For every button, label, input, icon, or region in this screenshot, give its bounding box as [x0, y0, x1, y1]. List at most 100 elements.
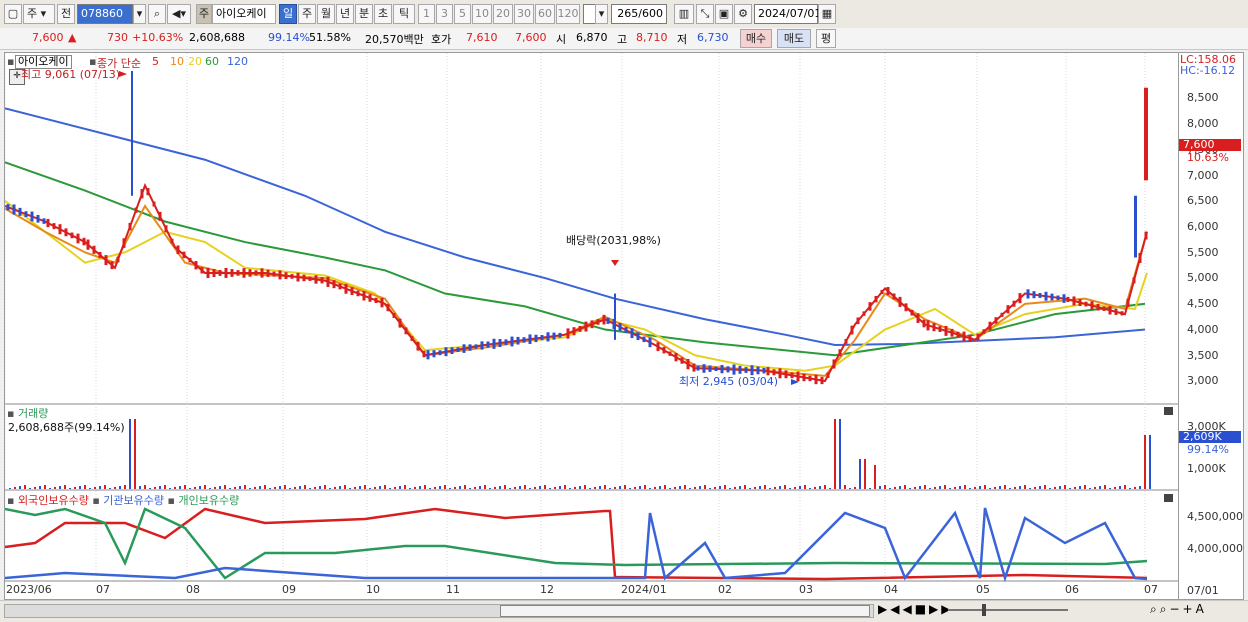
foreign-legend: 외국인보유수량 — [17, 494, 89, 507]
play-icon[interactable]: ▶ — [878, 602, 890, 616]
code-input[interactable]: 078860 — [77, 4, 133, 24]
volume-bar — [329, 488, 331, 489]
candle — [98, 251, 102, 258]
volume-bar — [1054, 487, 1056, 489]
x-label: 08 — [186, 583, 200, 596]
period-year[interactable]: 년 — [336, 4, 354, 24]
x-label: 09 — [282, 583, 296, 596]
volume-bar — [469, 488, 471, 489]
x-label: 04 — [884, 583, 898, 596]
candle — [1084, 301, 1088, 307]
low-annotation: 최저 2,945 (03/04) — [679, 375, 779, 388]
candle — [224, 267, 228, 278]
x-label: 10 — [366, 583, 380, 596]
minute-3[interactable]: 3 — [436, 4, 453, 24]
volume-bar — [14, 487, 16, 489]
zoom-in-icon[interactable]: ⌕ — [1150, 602, 1160, 616]
volume-bar — [1069, 488, 1071, 489]
count-input[interactable]: 265/600 — [611, 4, 667, 24]
sell-button[interactable]: 매도 — [777, 29, 811, 48]
minute-5[interactable]: 5 — [454, 4, 471, 24]
volume-bar — [804, 485, 806, 489]
scroll-thumb[interactable] — [500, 605, 870, 617]
zoom-slider-thumb[interactable] — [982, 604, 986, 616]
volume-bar — [769, 488, 771, 489]
volume-bar — [894, 487, 896, 489]
candle — [572, 327, 576, 336]
avg-button[interactable]: 평 — [816, 29, 836, 48]
y-tick: 8,000 — [1187, 117, 1219, 130]
period-day[interactable]: 일 — [279, 4, 297, 24]
volume-ratio: 99.14% — [268, 31, 310, 44]
y-tick: 3,000 — [1187, 374, 1219, 387]
minute-10[interactable]: 10 — [472, 4, 492, 24]
candle — [176, 245, 180, 255]
minute-60[interactable]: 60 — [535, 4, 555, 24]
market-select[interactable]: 주 ▾ — [23, 4, 55, 24]
calendar-icon[interactable]: ▦ — [818, 4, 836, 24]
zoom-slider[interactable] — [948, 609, 1068, 611]
font-icon[interactable]: A — [1196, 602, 1207, 616]
volume-bar — [379, 486, 381, 489]
plus-icon[interactable]: + — [1183, 602, 1196, 616]
candle-icon[interactable]: ▥ — [674, 4, 694, 24]
date-input[interactable]: 2024/07/01 — [754, 4, 821, 24]
prev-button[interactable]: 전 — [57, 4, 75, 24]
period-second[interactable]: 초 — [374, 4, 392, 24]
minus-icon[interactable]: − — [1169, 602, 1182, 616]
volume-bar — [524, 485, 526, 489]
gear-icon[interactable]: ⚙ — [734, 4, 752, 24]
candle — [790, 372, 794, 379]
volume-bar — [939, 486, 941, 489]
candle — [892, 293, 896, 300]
trend-icon[interactable]: ⤡ — [696, 4, 714, 24]
candle — [356, 290, 360, 297]
volume-bar — [454, 487, 456, 489]
minute-30[interactable]: 30 — [514, 4, 534, 24]
candle — [1102, 306, 1106, 311]
minute-1[interactable]: 1 — [418, 4, 435, 24]
close-volume-icon[interactable] — [1164, 407, 1173, 415]
interval-dropdown-icon[interactable]: ▾ — [595, 4, 608, 24]
period-minute[interactable]: 분 — [355, 4, 373, 24]
period-tick[interactable]: 틱 — [393, 4, 415, 24]
chart-area[interactable]: ▪ 아이오케이 ▪ 종가 단순 5 10 20 60 120 ✛ 최고 9,06… — [4, 52, 1179, 600]
volume-bar — [274, 487, 276, 489]
zoom-out-icon[interactable]: ⌕ — [1160, 602, 1170, 616]
volume-bar — [969, 488, 971, 489]
stop-icon[interactable]: ■ — [915, 602, 929, 616]
right-axis: LC:158.06 HC:-16.12 8,500 8,000 7,500 7,… — [1179, 52, 1244, 600]
volume-bar — [259, 486, 261, 489]
volume-bar — [49, 488, 51, 489]
close-holdings-icon[interactable] — [1164, 494, 1173, 502]
volume-bar — [409, 488, 411, 489]
candle — [404, 327, 408, 335]
high-annotation: 최고 9,061 (07/13) — [21, 68, 121, 81]
period-week[interactable]: 주 — [298, 4, 316, 24]
code-dropdown-icon[interactable]: ▾ — [133, 4, 146, 24]
sound-icon[interactable]: ◀▾ — [167, 4, 191, 24]
volume-bar — [644, 485, 646, 489]
volume-bar — [874, 465, 876, 489]
candle — [368, 294, 372, 302]
buy-button[interactable]: 매수 — [740, 29, 772, 48]
volume-bar — [364, 485, 366, 489]
candle — [826, 372, 830, 378]
volume-bar — [1004, 485, 1006, 489]
volume-bar — [54, 487, 56, 489]
candle — [1108, 306, 1112, 315]
save-icon[interactable]: ▣ — [715, 4, 733, 24]
volume-bar — [354, 487, 356, 489]
candle — [904, 303, 908, 312]
period-month[interactable]: 월 — [317, 4, 335, 24]
candle — [680, 357, 684, 364]
search-icon[interactable]: ⌕ — [148, 4, 166, 24]
layout-icon[interactable]: ▢ — [4, 4, 22, 24]
candle — [296, 272, 300, 282]
candle — [52, 223, 56, 230]
rewind-icon[interactable]: ◀◀ — [890, 602, 914, 616]
name-prefix: 주 — [196, 4, 212, 24]
scroll-track[interactable] — [4, 604, 874, 618]
minute-120[interactable]: 120 — [556, 4, 580, 24]
minute-20[interactable]: 20 — [493, 4, 513, 24]
